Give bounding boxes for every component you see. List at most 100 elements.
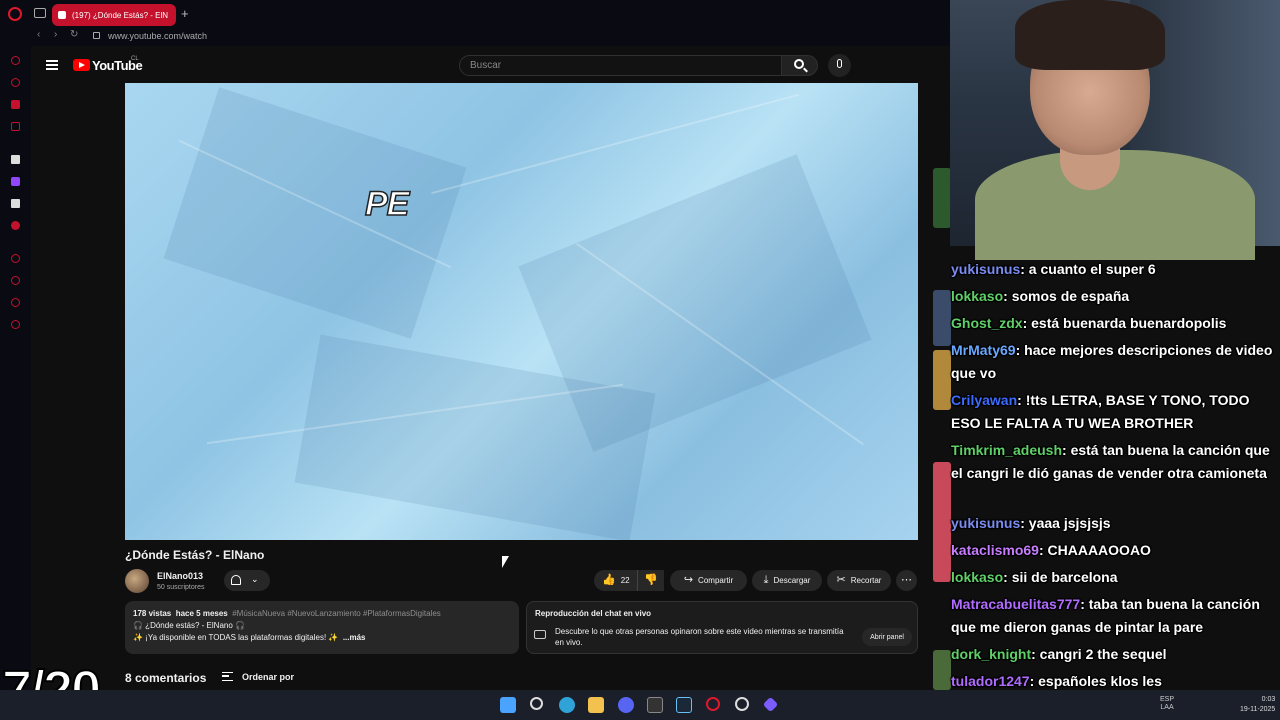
obs-icon[interactable] (647, 697, 663, 713)
sidebar-extensions-icon[interactable] (11, 298, 20, 307)
more-actions-button[interactable]: ⋯ (896, 570, 917, 591)
forward-button[interactable]: › (54, 29, 57, 40)
edge-icon[interactable] (559, 697, 575, 713)
sidebar-history-icon[interactable] (11, 276, 20, 285)
chevron-down-icon[interactable]: ⌄ (251, 574, 259, 585)
tab-switcher-icon[interactable] (34, 8, 46, 18)
windows-start-icon[interactable] (500, 697, 516, 713)
discord-icon[interactable] (618, 697, 634, 713)
clock[interactable]: 0:03 19-11-2025 (1240, 695, 1275, 715)
file-explorer-icon[interactable] (588, 697, 604, 713)
share-label: Compartir (698, 576, 734, 585)
taskbar-search-icon[interactable] (530, 697, 543, 710)
sort-button[interactable]: Ordenar por (242, 672, 294, 682)
chat-message: yukisunus: a cuanto el super 6 (951, 258, 1275, 281)
webcam-person-hair (1015, 0, 1165, 70)
chat-message: Timkrim_adeush: está tan buena la canció… (951, 439, 1275, 485)
sidebar-arc-icon[interactable] (11, 155, 20, 164)
share-button[interactable]: ↪ Compartir (670, 570, 747, 591)
like-count: 22 (620, 576, 630, 585)
chat-username: MrMaty69 (951, 342, 1016, 358)
browser-sidebar (0, 46, 31, 690)
sidebar-x-icon[interactable] (11, 199, 20, 208)
chat-message: Ghost_zdx: está buenarda buenardopolis (951, 312, 1275, 335)
comments-count: 8 comentarios (125, 671, 207, 685)
open-panel-button[interactable]: Abrir panel (862, 628, 912, 646)
chat-message: kataclismo69: CHAAAAOOAO (951, 539, 1275, 562)
hamburger-menu-icon[interactable] (46, 60, 58, 70)
chat-username: lokkaso (951, 569, 1004, 585)
sort-icon[interactable] (222, 672, 233, 681)
clock-date: 19-11-2025 (1240, 706, 1276, 713)
chat-replay-title: Reproducción del chat en vivo (535, 609, 652, 618)
scissors-icon: ✂ (836, 574, 846, 586)
sidebar-music-icon[interactable] (11, 221, 20, 230)
description-line: ✨ ¡Ya disponible en TODAS las plataforma… (133, 633, 339, 642)
chat-text: : cangri 2 the sequel (1031, 646, 1167, 662)
mouse-cursor (502, 556, 509, 568)
tab-title: (197) ¿Dónde Estás? - ElN (72, 10, 169, 20)
sidebar-settings-icon[interactable] (11, 320, 20, 329)
video-player[interactable]: PE (125, 83, 918, 540)
youtube-logo-icon[interactable] (73, 59, 90, 71)
chat-message: lokkaso: sii de barcelona (951, 566, 1275, 589)
clip-button[interactable]: ✂ Recortar (827, 570, 891, 591)
hashtags[interactable]: #MúsicaNueva #NuevoLanzamiento #Platafor… (232, 609, 441, 618)
chat-username: Matracabuelitas777 (951, 596, 1081, 612)
search-icon[interactable] (794, 59, 804, 69)
chat-replay-description: Descubre lo que otras personas opinaron … (555, 627, 844, 647)
sidebar-player-icon[interactable] (11, 254, 20, 263)
chat-message: yukisunus: yaaa jsjsjsjs (951, 512, 1275, 535)
download-button[interactable]: ⤓ Descargar (752, 570, 822, 591)
windows-taskbar (0, 690, 1280, 720)
chat-username: dork_knight (951, 646, 1032, 662)
upload-age: hace 5 meses (175, 609, 228, 618)
recommendation-thumbnail[interactable] (933, 168, 951, 228)
chat-message: MrMaty69: hace mejores descripciones de … (951, 339, 1275, 385)
chat-username: tulador1247 (951, 673, 1030, 689)
sidebar-instagram-icon[interactable] (11, 122, 20, 131)
microphone-icon[interactable] (837, 59, 842, 68)
sidebar-twitch-icon[interactable] (11, 177, 20, 186)
sidebar-messenger-icon[interactable] (11, 100, 20, 109)
back-button[interactable]: ‹ (37, 29, 40, 40)
chat-username: yukisunus (951, 515, 1021, 531)
description-box[interactable]: 178 vistas hace 5 meses #MúsicaNueva #Nu… (125, 601, 519, 654)
lock-icon (93, 32, 100, 39)
view-count: 178 vistas (133, 609, 172, 618)
language-code: ESP (1160, 696, 1175, 703)
search-input[interactable]: Buscar (459, 55, 782, 76)
sidebar-chat-icon[interactable] (11, 78, 20, 87)
opera-gx-taskbar-icon[interactable] (735, 697, 749, 711)
download-label: Descargar (773, 576, 811, 585)
opera-taskbar-icon[interactable] (706, 697, 720, 711)
chat-text: : está buenarda buenardopolis (1022, 315, 1227, 331)
chat-username: lokkaso (951, 288, 1004, 304)
new-tab-button[interactable]: + (181, 6, 189, 21)
chat-username: Timkrim_adeush (951, 442, 1063, 458)
chat-text: : somos de españa (1003, 288, 1130, 304)
url-field[interactable]: www.youtube.com/watch (108, 31, 207, 41)
channel-name[interactable]: ElNano013 (157, 571, 203, 581)
sidebar-aria-icon[interactable] (11, 56, 20, 65)
chat-text: : a cuanto el super 6 (1020, 261, 1156, 277)
reload-button[interactable]: ↻ (70, 29, 78, 40)
chat-username: Crilyawan (951, 392, 1018, 408)
steam-icon[interactable] (676, 697, 692, 713)
chat-text: : CHAAAAOOAO (1038, 542, 1151, 558)
thumbs-down-icon: 👎 (644, 574, 658, 586)
clock-time: 0:03 (1261, 696, 1276, 703)
chat-text: : sii de barcelona (1003, 569, 1118, 585)
chat-username: yukisunus (951, 261, 1021, 277)
browser-tab-active[interactable]: (197) ¿Dónde Estás? - ElN (52, 4, 176, 26)
chat-message: Matracabuelitas777: taba tan buena la ca… (951, 593, 1275, 639)
channel-avatar[interactable] (125, 569, 149, 593)
language-indicator[interactable]: ESP LAA (1160, 696, 1174, 712)
opera-menu-icon[interactable] (8, 7, 22, 21)
channel-subscribers: 50 suscriptores (157, 584, 205, 591)
bell-icon[interactable] (231, 575, 241, 585)
country-code: CL (131, 56, 139, 62)
dislike-button[interactable]: 👎 (637, 570, 664, 591)
show-more-link[interactable]: ...más (343, 633, 366, 642)
chat-text: : yaaa jsjsjsjs (1020, 515, 1111, 531)
